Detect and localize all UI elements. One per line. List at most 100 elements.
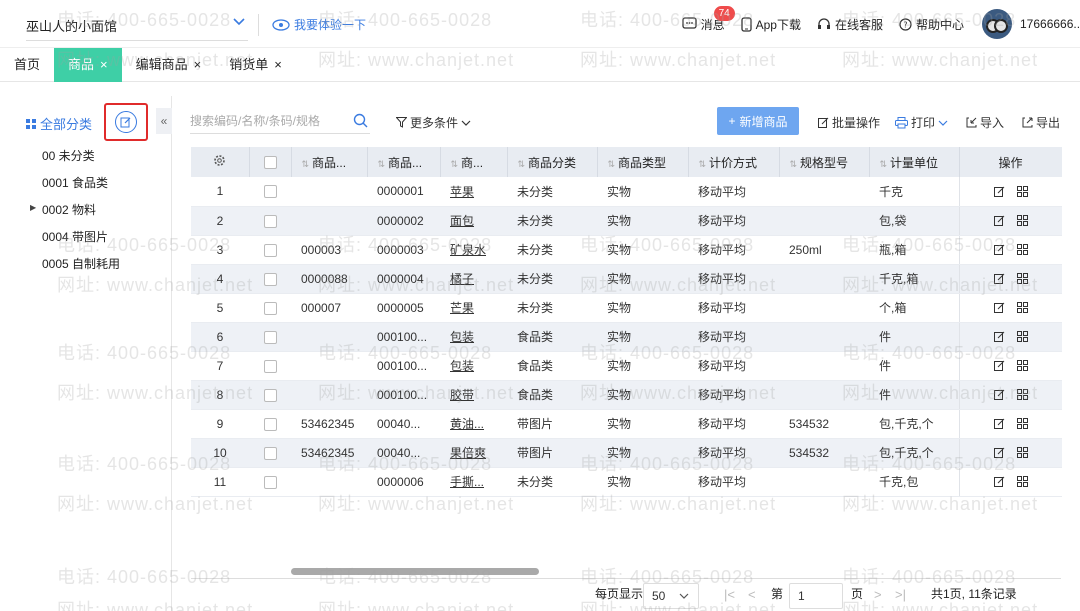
checkbox[interactable]	[263, 243, 277, 257]
batch-operation-button[interactable]: 批量操作	[818, 114, 880, 131]
close-icon[interactable]: ×	[194, 48, 202, 82]
table-row[interactable]: 9 53462345 00040... 黄油... 带图片 实物 移动平均 534532 包,千…	[191, 409, 1062, 439]
table-row[interactable]: 6 000100... 包装 食品类 实物 移动平均 件	[191, 322, 1062, 352]
product-name[interactable]: 矿泉水	[440, 235, 507, 265]
table-row[interactable]: 1 0000001 苹果 未分类 实物 移动平均 千克	[191, 177, 1062, 207]
close-icon[interactable]: ×	[100, 48, 108, 82]
product-name[interactable]: 橘子	[440, 264, 507, 294]
help-center-button[interactable]: ? 帮助中心	[899, 16, 964, 33]
tab-edit-product[interactable]: 编辑商品 ×	[122, 48, 216, 82]
store-name[interactable]: 巫山人的小面馆	[26, 16, 117, 35]
row-checkbox[interactable]	[249, 235, 291, 265]
tab-home[interactable]: 首页	[0, 48, 54, 82]
edit-icon[interactable]	[993, 273, 1005, 284]
row-checkbox[interactable]	[249, 206, 291, 236]
export-button[interactable]: 导出	[1022, 114, 1060, 131]
category-item[interactable]: 0005 自制耗用	[42, 255, 120, 272]
product-name[interactable]: 黄油...	[440, 409, 507, 439]
table-row[interactable]: 10 53462345 00040... 果倍爽 带图片 实物 移动平均 534532 包,千克…	[191, 438, 1062, 468]
category-item[interactable]: 00 未分类	[42, 147, 95, 164]
page-number-input[interactable]: 1	[789, 583, 843, 609]
table-row[interactable]: 3 000003 0000003 矿泉水 未分类 实物 移动平均 250ml 瓶,箱	[191, 235, 1062, 265]
horizontal-scrollbar[interactable]	[291, 568, 539, 575]
column-header[interactable]: ⇅ 商品类型	[597, 147, 689, 177]
more-conditions-button[interactable]: 更多条件	[396, 114, 471, 131]
column-header[interactable]: ⇅ 商品分类	[507, 147, 598, 177]
messages-button[interactable]: 消息 74	[681, 5, 735, 33]
checkbox[interactable]	[263, 301, 277, 315]
row-checkbox[interactable]	[249, 351, 291, 381]
table-row[interactable]: 4 0000088 0000004 橘子 未分类 实物 移动平均 千克,箱	[191, 264, 1062, 294]
table-row[interactable]: 7 000100... 包装 食品类 实物 移动平均 件	[191, 351, 1062, 381]
checkbox[interactable]	[263, 475, 277, 489]
collapse-sidebar-button[interactable]: «	[156, 108, 172, 134]
caret-right-icon[interactable]: ▶	[30, 203, 36, 212]
category-item[interactable]: 0002 物料	[42, 201, 96, 218]
first-page-icon[interactable]: |<	[724, 587, 735, 602]
category-item[interactable]: 0001 食品类	[42, 174, 108, 191]
product-name[interactable]: 果倍爽	[440, 438, 507, 468]
checkbox[interactable]	[263, 417, 277, 431]
row-checkbox[interactable]	[249, 409, 291, 439]
next-page-icon[interactable]: >	[874, 587, 882, 602]
row-checkbox[interactable]	[249, 293, 291, 323]
username[interactable]: 17666666...	[1020, 17, 1080, 31]
table-row[interactable]: 8 000100... 胶带 食品类 实物 移动平均 件	[191, 380, 1062, 410]
barcode-icon[interactable]	[1016, 447, 1028, 458]
barcode-icon[interactable]	[1016, 389, 1028, 400]
row-checkbox[interactable]	[249, 177, 291, 207]
column-header[interactable]: ⇅ 商...	[440, 147, 508, 177]
barcode-icon[interactable]	[1016, 418, 1028, 429]
edit-icon[interactable]	[993, 418, 1005, 429]
table-row[interactable]: 11 0000006 手撕... 未分类 实物 移动平均 千克,包	[191, 467, 1062, 497]
product-name[interactable]: 苹果	[440, 177, 507, 207]
row-checkbox[interactable]	[249, 264, 291, 294]
table-row[interactable]: 2 0000002 面包 未分类 实物 移动平均 包,袋	[191, 206, 1062, 236]
row-checkbox[interactable]	[249, 380, 291, 410]
search-icon[interactable]	[353, 113, 368, 128]
column-header[interactable]: ⇅ 商品...	[291, 147, 368, 177]
avatar[interactable]	[982, 9, 1012, 39]
row-checkbox[interactable]	[249, 438, 291, 468]
product-name[interactable]: 胶带	[440, 380, 507, 410]
edit-icon[interactable]	[993, 476, 1005, 487]
select-all-checkbox[interactable]	[249, 147, 292, 177]
column-header[interactable]: ⇅ 规格型号	[779, 147, 870, 177]
barcode-icon[interactable]	[1016, 244, 1028, 255]
edit-icon[interactable]	[993, 331, 1005, 342]
checkbox[interactable]	[263, 185, 277, 199]
edit-icon[interactable]	[993, 302, 1005, 313]
chevron-down-icon[interactable]	[232, 14, 246, 28]
barcode-icon[interactable]	[1016, 185, 1028, 197]
add-product-button[interactable]: + 新增商品	[717, 107, 799, 135]
edit-icon[interactable]	[993, 389, 1005, 400]
column-header[interactable]: ⇅ 计价方式	[688, 147, 780, 177]
per-page-select[interactable]: 50	[643, 583, 699, 609]
checkbox[interactable]	[263, 214, 277, 228]
table-row[interactable]: 5 000007 0000005 芒果 未分类 实物 移动平均 个,箱	[191, 293, 1062, 323]
checkbox[interactable]	[263, 330, 277, 344]
import-button[interactable]: 导入	[966, 114, 1004, 131]
edit-icon[interactable]	[993, 186, 1005, 197]
barcode-icon[interactable]	[1016, 360, 1028, 371]
checkbox[interactable]	[263, 272, 277, 286]
last-page-icon[interactable]: >|	[895, 587, 906, 602]
trial-link[interactable]: 我要体验一下	[272, 16, 366, 33]
barcode-icon[interactable]	[1016, 476, 1028, 487]
product-name[interactable]: 手撕...	[440, 467, 507, 497]
tab-products[interactable]: 商品 ×	[54, 48, 122, 82]
close-icon[interactable]: ×	[274, 48, 282, 82]
barcode-icon[interactable]	[1016, 331, 1028, 342]
product-name[interactable]: 芒果	[440, 293, 507, 323]
checkbox[interactable]	[263, 388, 277, 402]
edit-category-button[interactable]	[115, 111, 137, 133]
checkbox[interactable]	[263, 359, 277, 373]
product-name[interactable]: 面包	[440, 206, 507, 236]
barcode-icon[interactable]	[1016, 215, 1028, 226]
edit-icon[interactable]	[993, 360, 1005, 371]
search-input[interactable]	[190, 110, 340, 132]
column-header[interactable]: ⇅ 商品...	[367, 147, 441, 177]
category-item[interactable]: 0004 带图片	[42, 228, 108, 245]
row-checkbox[interactable]	[249, 322, 291, 352]
print-button[interactable]: 打印	[895, 114, 948, 131]
